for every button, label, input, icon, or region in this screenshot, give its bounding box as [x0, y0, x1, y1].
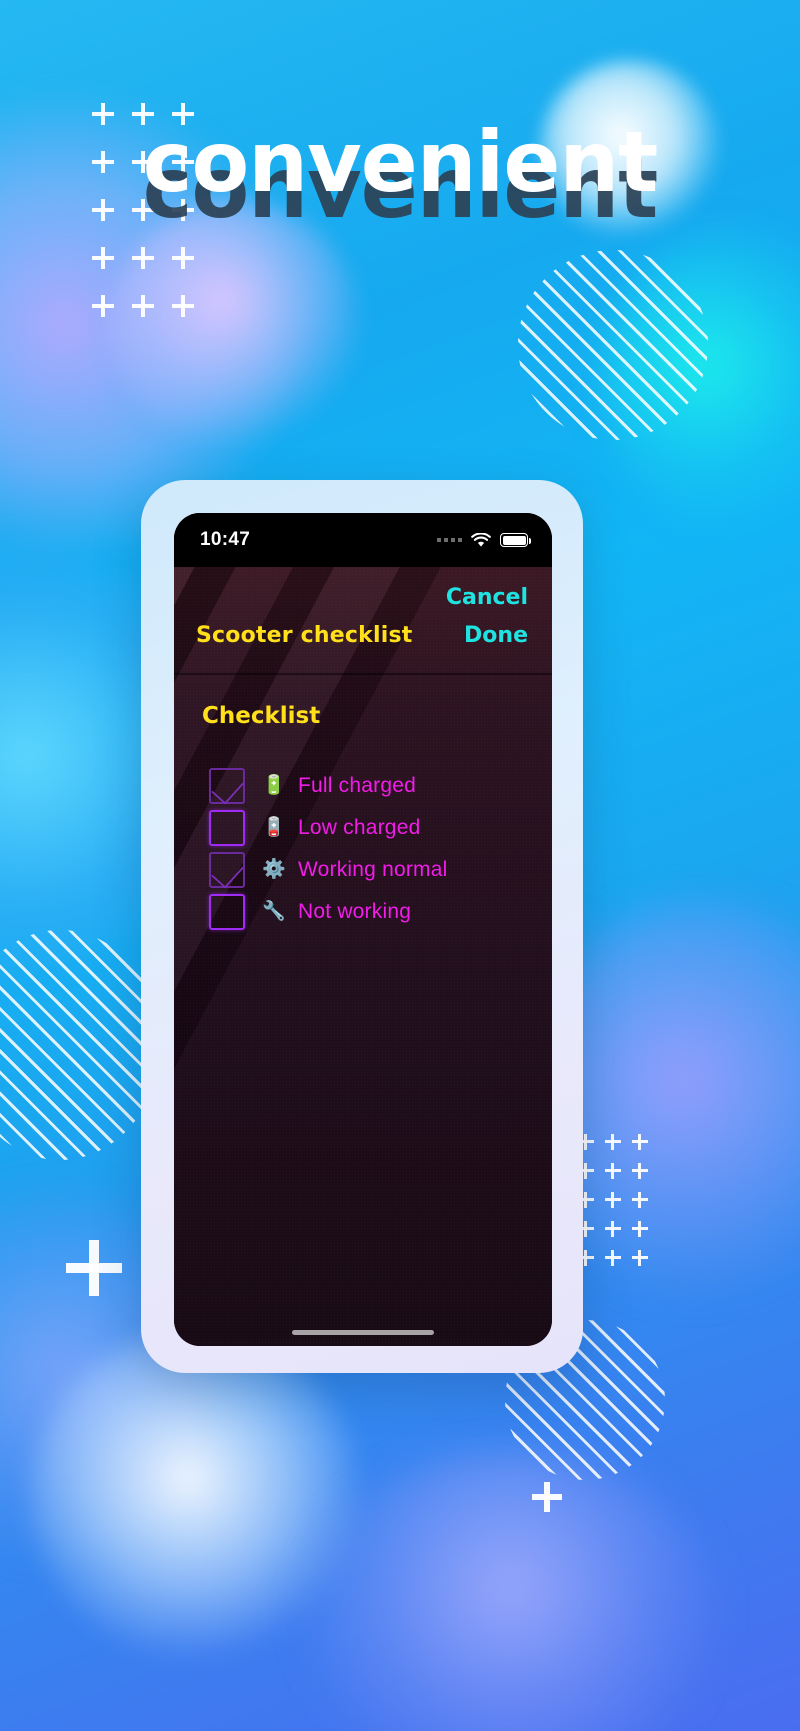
list-item[interactable]: 🔧 Not working: [196, 891, 530, 932]
plus-icon: [605, 1134, 621, 1150]
plus-icon: [605, 1192, 621, 1208]
hatched-circle-mid-left: [0, 930, 160, 1160]
status-bar: 10:47: [174, 513, 552, 567]
plus-icon: [132, 295, 154, 317]
signal-dots-icon: [437, 538, 462, 542]
headline-block: convenient convenient: [0, 120, 800, 230]
plus-icon: [172, 295, 194, 317]
hatched-circle-top-right: [518, 250, 708, 440]
plus-icon: [632, 1221, 648, 1237]
decorative-glow-bottom-center: [300, 1450, 720, 1731]
plus-icon: [632, 1163, 648, 1179]
plus-icon: [92, 247, 114, 269]
plus-icon: [605, 1163, 621, 1179]
list-item-label: Not working: [298, 899, 412, 923]
plus-icon: [632, 1250, 648, 1266]
list-item-label: Low charged: [298, 815, 421, 839]
wrench-icon: 🔧: [262, 900, 286, 922]
page-title: Scooter checklist: [196, 623, 413, 648]
plus-icon: [172, 247, 194, 269]
checklist: 🔋 Full charged 🪫 Low charged ⚙️ Working …: [196, 765, 530, 932]
plus-icon: [132, 247, 154, 269]
battery-low-icon: 🪫: [262, 816, 286, 838]
phone-mockup: 10:47 Cancel Done Scooter checklist Chec…: [141, 480, 583, 1373]
plus-icon: [605, 1221, 621, 1237]
battery-full-icon: 🔋: [262, 774, 286, 796]
checkbox-unchecked[interactable]: [209, 809, 245, 846]
cancel-button[interactable]: Cancel: [446, 585, 528, 610]
checkbox-checked[interactable]: [209, 851, 245, 888]
plus-pattern-bottom: [578, 1134, 659, 1279]
gear-icon: ⚙️: [262, 858, 286, 880]
battery-full-icon: [500, 533, 531, 547]
checkbox-unchecked[interactable]: [209, 893, 245, 930]
plus-icon: [605, 1250, 621, 1266]
list-item-label: Working normal: [298, 857, 448, 881]
list-item[interactable]: 🔋 Full charged: [196, 765, 530, 806]
list-item[interactable]: 🪫 Low charged: [196, 807, 530, 848]
plus-icon: [632, 1192, 648, 1208]
section-title: Checklist: [202, 703, 321, 729]
status-bar-indicators: [437, 532, 531, 548]
plus-icon: [632, 1134, 648, 1150]
home-indicator[interactable]: [292, 1330, 434, 1335]
list-item[interactable]: ⚙️ Working normal: [196, 849, 530, 890]
plus-icon-small: [532, 1482, 562, 1512]
screen-content: Checklist 🔋 Full charged 🪫 Low charged ⚙…: [174, 675, 552, 932]
status-bar-time: 10:47: [200, 529, 251, 550]
phone-screen: 10:47 Cancel Done Scooter checklist Chec…: [174, 513, 552, 1346]
plus-icon: [92, 295, 114, 317]
headline-text: convenient: [142, 113, 659, 211]
wifi-icon: [471, 532, 491, 548]
done-button[interactable]: Done: [464, 623, 528, 648]
navigation-bar: Cancel Done Scooter checklist: [174, 567, 552, 675]
checkbox-checked[interactable]: [209, 767, 245, 804]
plus-icon-large: [66, 1240, 122, 1296]
list-item-label: Full charged: [298, 773, 416, 797]
